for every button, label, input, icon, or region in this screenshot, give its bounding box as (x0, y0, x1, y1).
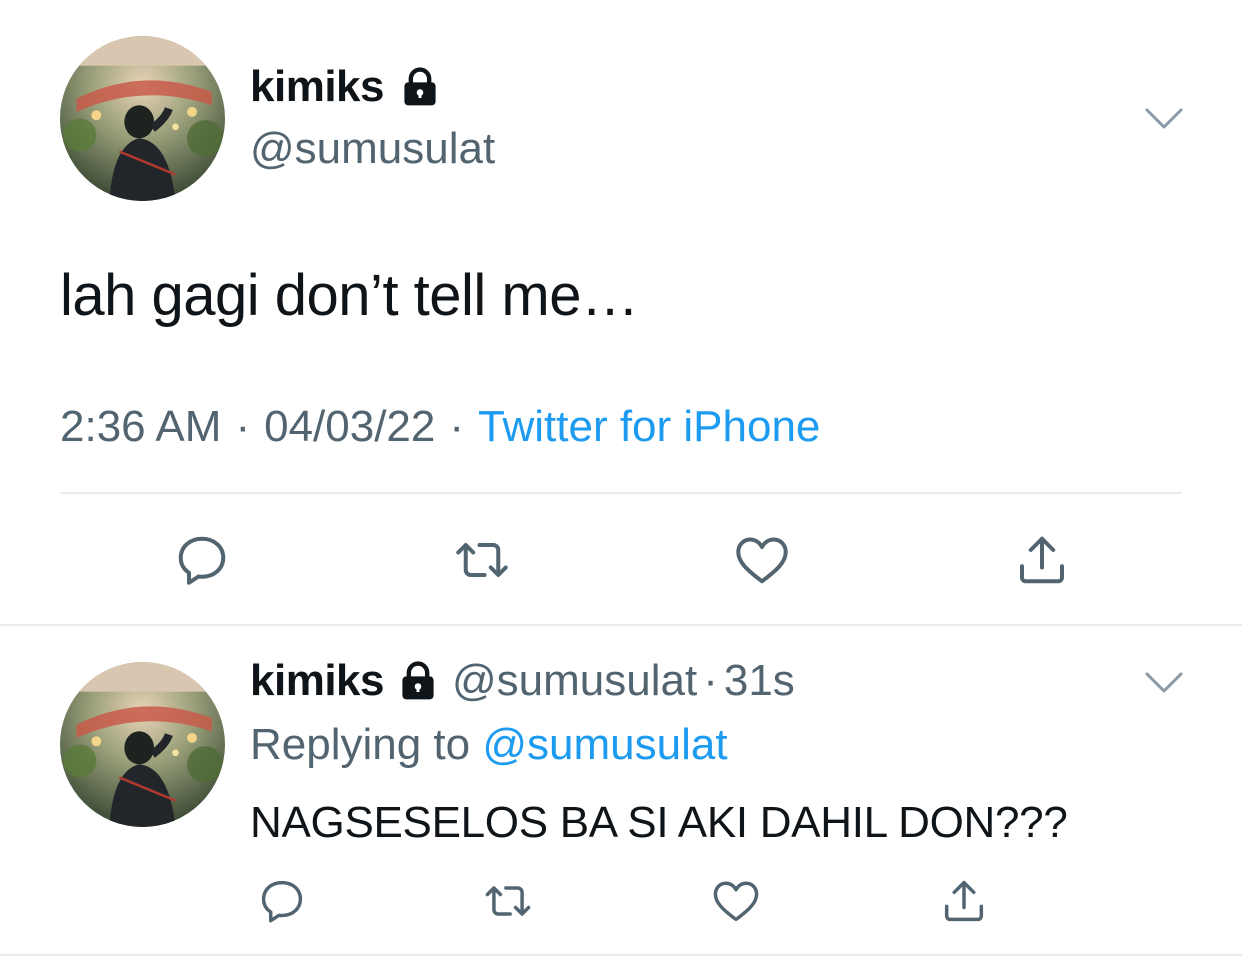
display-name[interactable]: kimiks (250, 656, 384, 706)
mention-link[interactable]: @sumusulat (482, 720, 727, 769)
tweet-actions (0, 875, 1242, 931)
heart-icon[interactable] (732, 530, 792, 590)
avatar[interactable] (60, 36, 225, 201)
author-row: kimiks (250, 62, 442, 112)
replying-prefix: Replying to (250, 720, 471, 769)
avatar[interactable] (60, 662, 225, 827)
chevron-down-icon[interactable] (1144, 106, 1184, 132)
replying-to: Replying to @sumusulat (250, 720, 728, 770)
tweet-thread: kimiks @sumusulat lah gagi don’t tell me… (0, 0, 1242, 958)
tweet-meta: 2:36 AM · 04/03/22 · Twitter for iPhone (60, 402, 820, 452)
tweet-text: NAGSESELOS BA SI AKI DAHIL DON??? (250, 798, 1068, 847)
meta-separator: · (235, 402, 251, 451)
reply-author-row: kimiks @sumusulat · 31s (250, 656, 795, 706)
avatar-photo (60, 662, 225, 827)
share-icon[interactable] (938, 875, 990, 927)
reply-icon[interactable] (256, 875, 308, 927)
meta-separator: · (449, 402, 465, 451)
tweet-date[interactable]: 04/03/22 (264, 402, 435, 452)
reply-icon[interactable] (172, 530, 232, 590)
divider (0, 624, 1242, 626)
heart-icon[interactable] (710, 875, 762, 927)
meta-separator: · (703, 656, 718, 705)
tweet-time[interactable]: 31s (724, 656, 795, 706)
tweet-time[interactable]: 2:36 AM (60, 402, 221, 452)
author-handle[interactable]: @sumusulat (250, 124, 495, 174)
avatar-photo (60, 36, 225, 201)
retweet-icon[interactable] (482, 875, 534, 927)
display-name[interactable]: kimiks (250, 62, 384, 112)
tweet-source-link[interactable]: Twitter for iPhone (478, 402, 820, 452)
divider (60, 492, 1182, 494)
author-handle[interactable]: @sumusulat (452, 656, 697, 706)
lock-icon (396, 659, 440, 703)
divider (0, 954, 1242, 956)
tweet-text: lah gagi don’t tell me… (60, 263, 639, 328)
tweet-actions (0, 530, 1242, 590)
lock-icon (398, 65, 442, 109)
retweet-icon[interactable] (452, 530, 512, 590)
chevron-down-icon[interactable] (1144, 670, 1184, 696)
share-icon[interactable] (1012, 530, 1072, 590)
